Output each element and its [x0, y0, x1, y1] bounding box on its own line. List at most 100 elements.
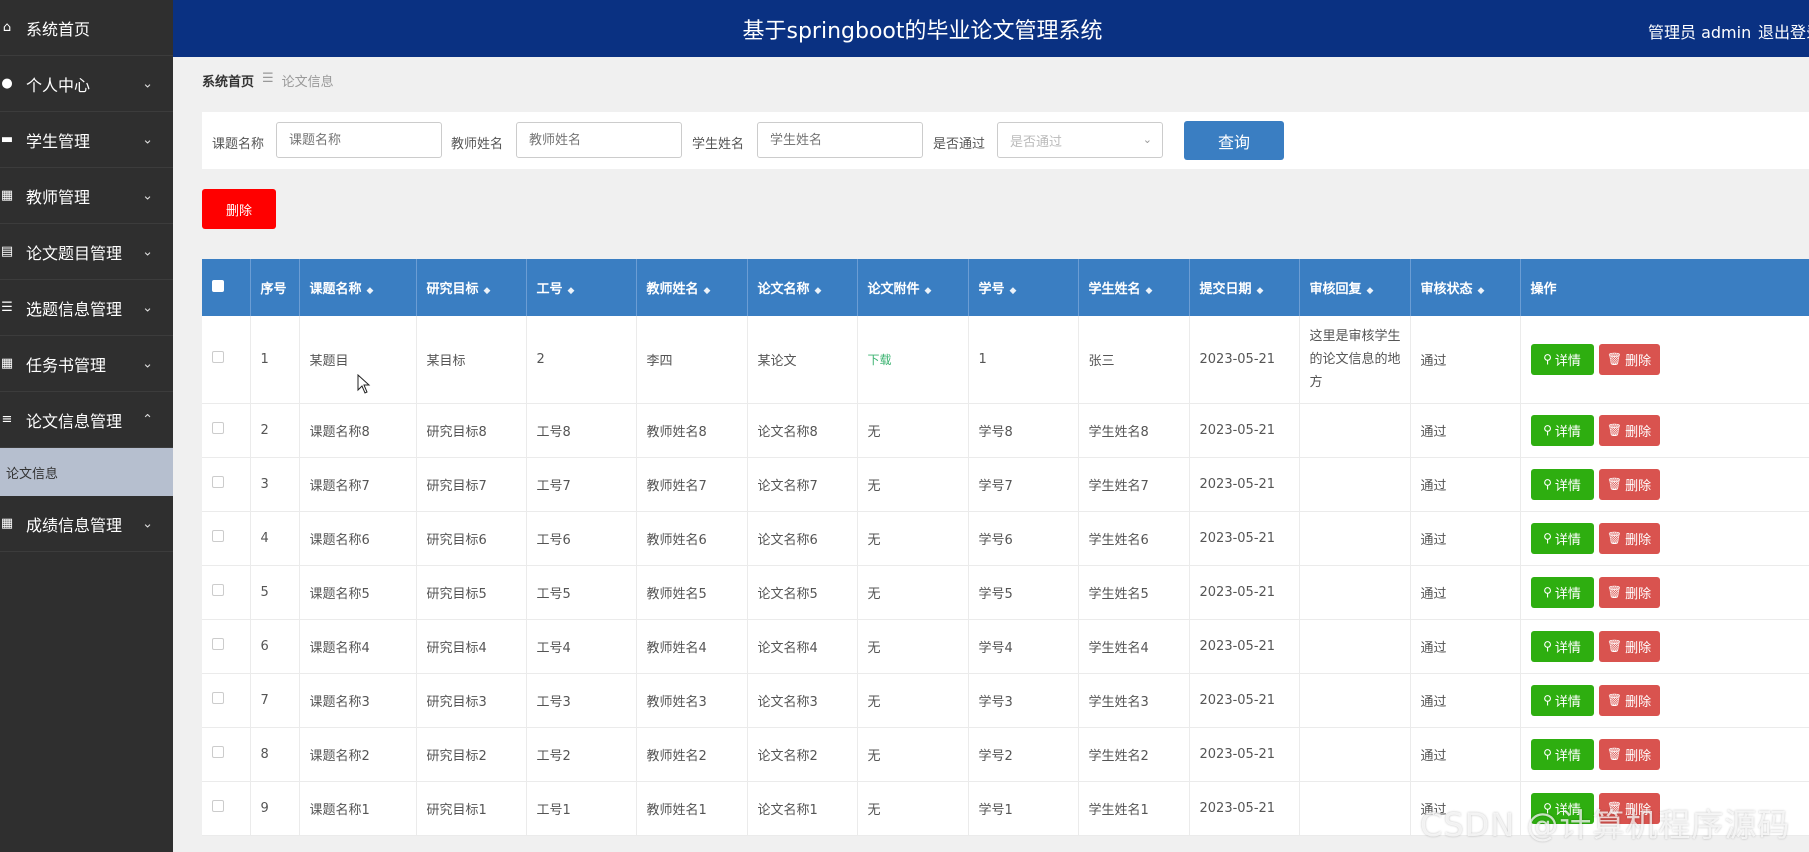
cell-goal: 研究目标1 — [416, 781, 527, 836]
table-header-row: 序号 课题名称 ◆ 研究目标 ◆ 工号 ◆ 教师姓名 ◆ 论文名称 ◆ 论文附件 ◆ 学号 ◆ 学生姓名 ◆ 提交… — [202, 259, 1809, 316]
column-header[interactable]: 研究目标 ◆ — [416, 259, 527, 316]
column-header: 操作 — [1520, 259, 1809, 316]
sort-icon[interactable]: ◆ — [1010, 286, 1017, 296]
column-header[interactable]: 提交日期 ◆ — [1189, 259, 1300, 316]
row-checkbox[interactable] — [212, 638, 224, 650]
sidebar-item-3[interactable]: ▦ 教师管理 ⌄ — [0, 168, 173, 224]
cell-student-text: 学生姓名6 — [1088, 532, 1149, 548]
cell-teacher-text: 李四 — [646, 353, 673, 369]
row-select-cell — [202, 457, 251, 512]
detail-button[interactable]: ⚲ 详情 — [1530, 576, 1594, 608]
sort-icon[interactable]: ◆ — [1257, 286, 1264, 296]
column-header[interactable]: 审核状态 ◆ — [1410, 259, 1521, 316]
student-input[interactable] — [757, 122, 923, 158]
cell-student-text: 学生姓名8 — [1088, 424, 1149, 440]
row-checkbox[interactable] — [212, 800, 224, 812]
sort-icon[interactable]: ◆ — [568, 286, 575, 296]
cell-date-text: 2023-05-21 — [1199, 800, 1276, 816]
row-checkbox[interactable] — [212, 530, 224, 542]
sidebar-item-5[interactable]: ☰ 选题信息管理 ⌄ — [0, 280, 173, 336]
sort-icon[interactable]: ◆ — [1478, 286, 1485, 296]
sidebar-item-label: 教师管理 — [26, 187, 91, 207]
detail-button[interactable]: ⚲ 详情 — [1530, 414, 1594, 446]
delete-button[interactable]: 🗑 删除 — [1598, 738, 1660, 770]
search-button[interactable]: 查询 — [1184, 121, 1284, 160]
delete-button[interactable]: 🗑 删除 — [1598, 522, 1660, 554]
delete-button[interactable]: 🗑 删除 — [1598, 414, 1660, 446]
pass-select[interactable]: 是否通过 ⌄ — [997, 122, 1163, 158]
batch-delete-button[interactable]: 删除 — [202, 189, 276, 229]
delete-button[interactable]: 🗑 删除 — [1598, 343, 1660, 375]
column-header[interactable]: 教师姓名 ◆ — [636, 259, 748, 316]
column-header[interactable]: 审核回复 ◆ — [1299, 259, 1411, 316]
sidebar-subitem-thesis-info[interactable]: 论文信息 — [0, 448, 173, 496]
cell-attachment-text: 无 — [867, 424, 881, 440]
table-row: 2 课题名称8 研究目标8 工号8 教师姓名8 论文名称8 无 学号8 学生姓名8 2023-05… — [202, 403, 1809, 458]
cell-student-text: 学生姓名5 — [1088, 586, 1149, 602]
delete-button[interactable]: 🗑 删除 — [1598, 576, 1660, 608]
sidebar-item-1[interactable]: ● 个人中心 ⌄ — [0, 56, 173, 112]
cell-date-text: 2023-05-21 — [1199, 351, 1276, 367]
sidebar-item-label: 个人中心 — [26, 75, 91, 95]
teacher-input[interactable] — [516, 122, 682, 158]
row-checkbox[interactable] — [212, 584, 224, 596]
sort-icon[interactable]: ◆ — [484, 286, 491, 296]
cell-no: 9 — [250, 781, 300, 836]
breadcrumb-home[interactable]: 系统首页 — [202, 71, 254, 90]
sidebar-item-6[interactable]: ▦ 任务书管理 ⌄ — [0, 336, 173, 392]
row-checkbox[interactable] — [212, 351, 224, 364]
sidebar-item-2[interactable]: ▬ 学生管理 ⌄ — [0, 112, 173, 168]
cell-status: 通过 — [1410, 619, 1521, 674]
cell-status-text: 通过 — [1420, 802, 1447, 818]
column-header[interactable]: 学生姓名 ◆ — [1078, 259, 1190, 316]
delete-button[interactable]: 🗑 删除 — [1598, 684, 1660, 716]
sidebar-item-4[interactable]: ▤ 论文题目管理 ⌄ — [0, 224, 173, 280]
row-checkbox[interactable] — [212, 746, 224, 758]
detail-button[interactable]: ⚲ 详情 — [1530, 343, 1594, 375]
sort-icon[interactable]: ◆ — [367, 286, 374, 296]
cell-status: 通过 — [1410, 781, 1521, 836]
download-link[interactable]: 下载 — [868, 353, 892, 367]
cell-reply-text: 这里是审核学生的论文信息的地方 — [1309, 328, 1401, 390]
sort-icon[interactable]: ◆ — [925, 286, 932, 296]
sidebar-item-7[interactable]: ≡ 论文信息管理 ⌃ — [0, 392, 173, 448]
detail-button[interactable]: ⚲ 详情 — [1530, 684, 1594, 716]
row-checkbox[interactable] — [212, 476, 224, 488]
topic-input[interactable] — [276, 122, 442, 158]
sort-icon[interactable]: ◆ — [704, 286, 711, 296]
cell-goal-text: 研究目标7 — [426, 478, 487, 494]
detail-button[interactable]: ⚲ 详情 — [1530, 522, 1594, 554]
cell-thesis-text: 论文名称6 — [757, 532, 818, 548]
column-header[interactable]: 工号 ◆ — [526, 259, 637, 316]
cell-status-text: 通过 — [1420, 478, 1447, 494]
delete-button[interactable]: 🗑 删除 — [1598, 468, 1660, 500]
sort-icon[interactable]: ◆ — [815, 286, 822, 296]
cell-no-text: 8 — [260, 746, 269, 762]
sliders-icon: ≡ — [1, 411, 13, 427]
column-header-label: 研究目标 — [426, 282, 479, 297]
detail-button[interactable]: ⚲ 详情 — [1530, 630, 1594, 662]
column-header[interactable]: 论文附件 ◆ — [857, 259, 969, 316]
logout-link[interactable]: 退出登录 — [1758, 19, 1809, 43]
table-row: 7 课题名称3 研究目标3 工号3 教师姓名3 论文名称3 无 学号3 学生姓名3 2023-05… — [202, 673, 1809, 728]
detail-button[interactable]: ⚲ 详情 — [1530, 792, 1594, 824]
cell-job_no-text: 工号1 — [536, 802, 571, 818]
column-header[interactable]: 论文名称 ◆ — [747, 259, 858, 316]
delete-button-label: 删除 — [1625, 640, 1652, 656]
row-checkbox[interactable] — [212, 692, 224, 704]
delete-button[interactable]: 🗑 删除 — [1598, 792, 1660, 824]
column-header[interactable]: 学号 ◆ — [968, 259, 1079, 316]
cell-student-text: 学生姓名1 — [1088, 802, 1149, 818]
sidebar-item-8[interactable]: ▦ 成绩信息管理 ⌄ — [0, 496, 173, 552]
sidebar-item-0[interactable]: ⌂ 系统首页 — [0, 0, 173, 56]
column-header[interactable]: 课题名称 ◆ — [299, 259, 417, 316]
delete-button-label: 删除 — [1625, 748, 1652, 764]
detail-button[interactable]: ⚲ 详情 — [1530, 468, 1594, 500]
delete-button[interactable]: 🗑 删除 — [1598, 630, 1660, 662]
sort-icon[interactable]: ◆ — [1367, 286, 1374, 296]
cell-student: 学生姓名5 — [1078, 565, 1190, 620]
sort-icon[interactable]: ◆ — [1146, 286, 1153, 296]
row-checkbox[interactable] — [212, 422, 224, 434]
select-all-checkbox[interactable] — [212, 279, 224, 292]
detail-button[interactable]: ⚲ 详情 — [1530, 738, 1594, 770]
